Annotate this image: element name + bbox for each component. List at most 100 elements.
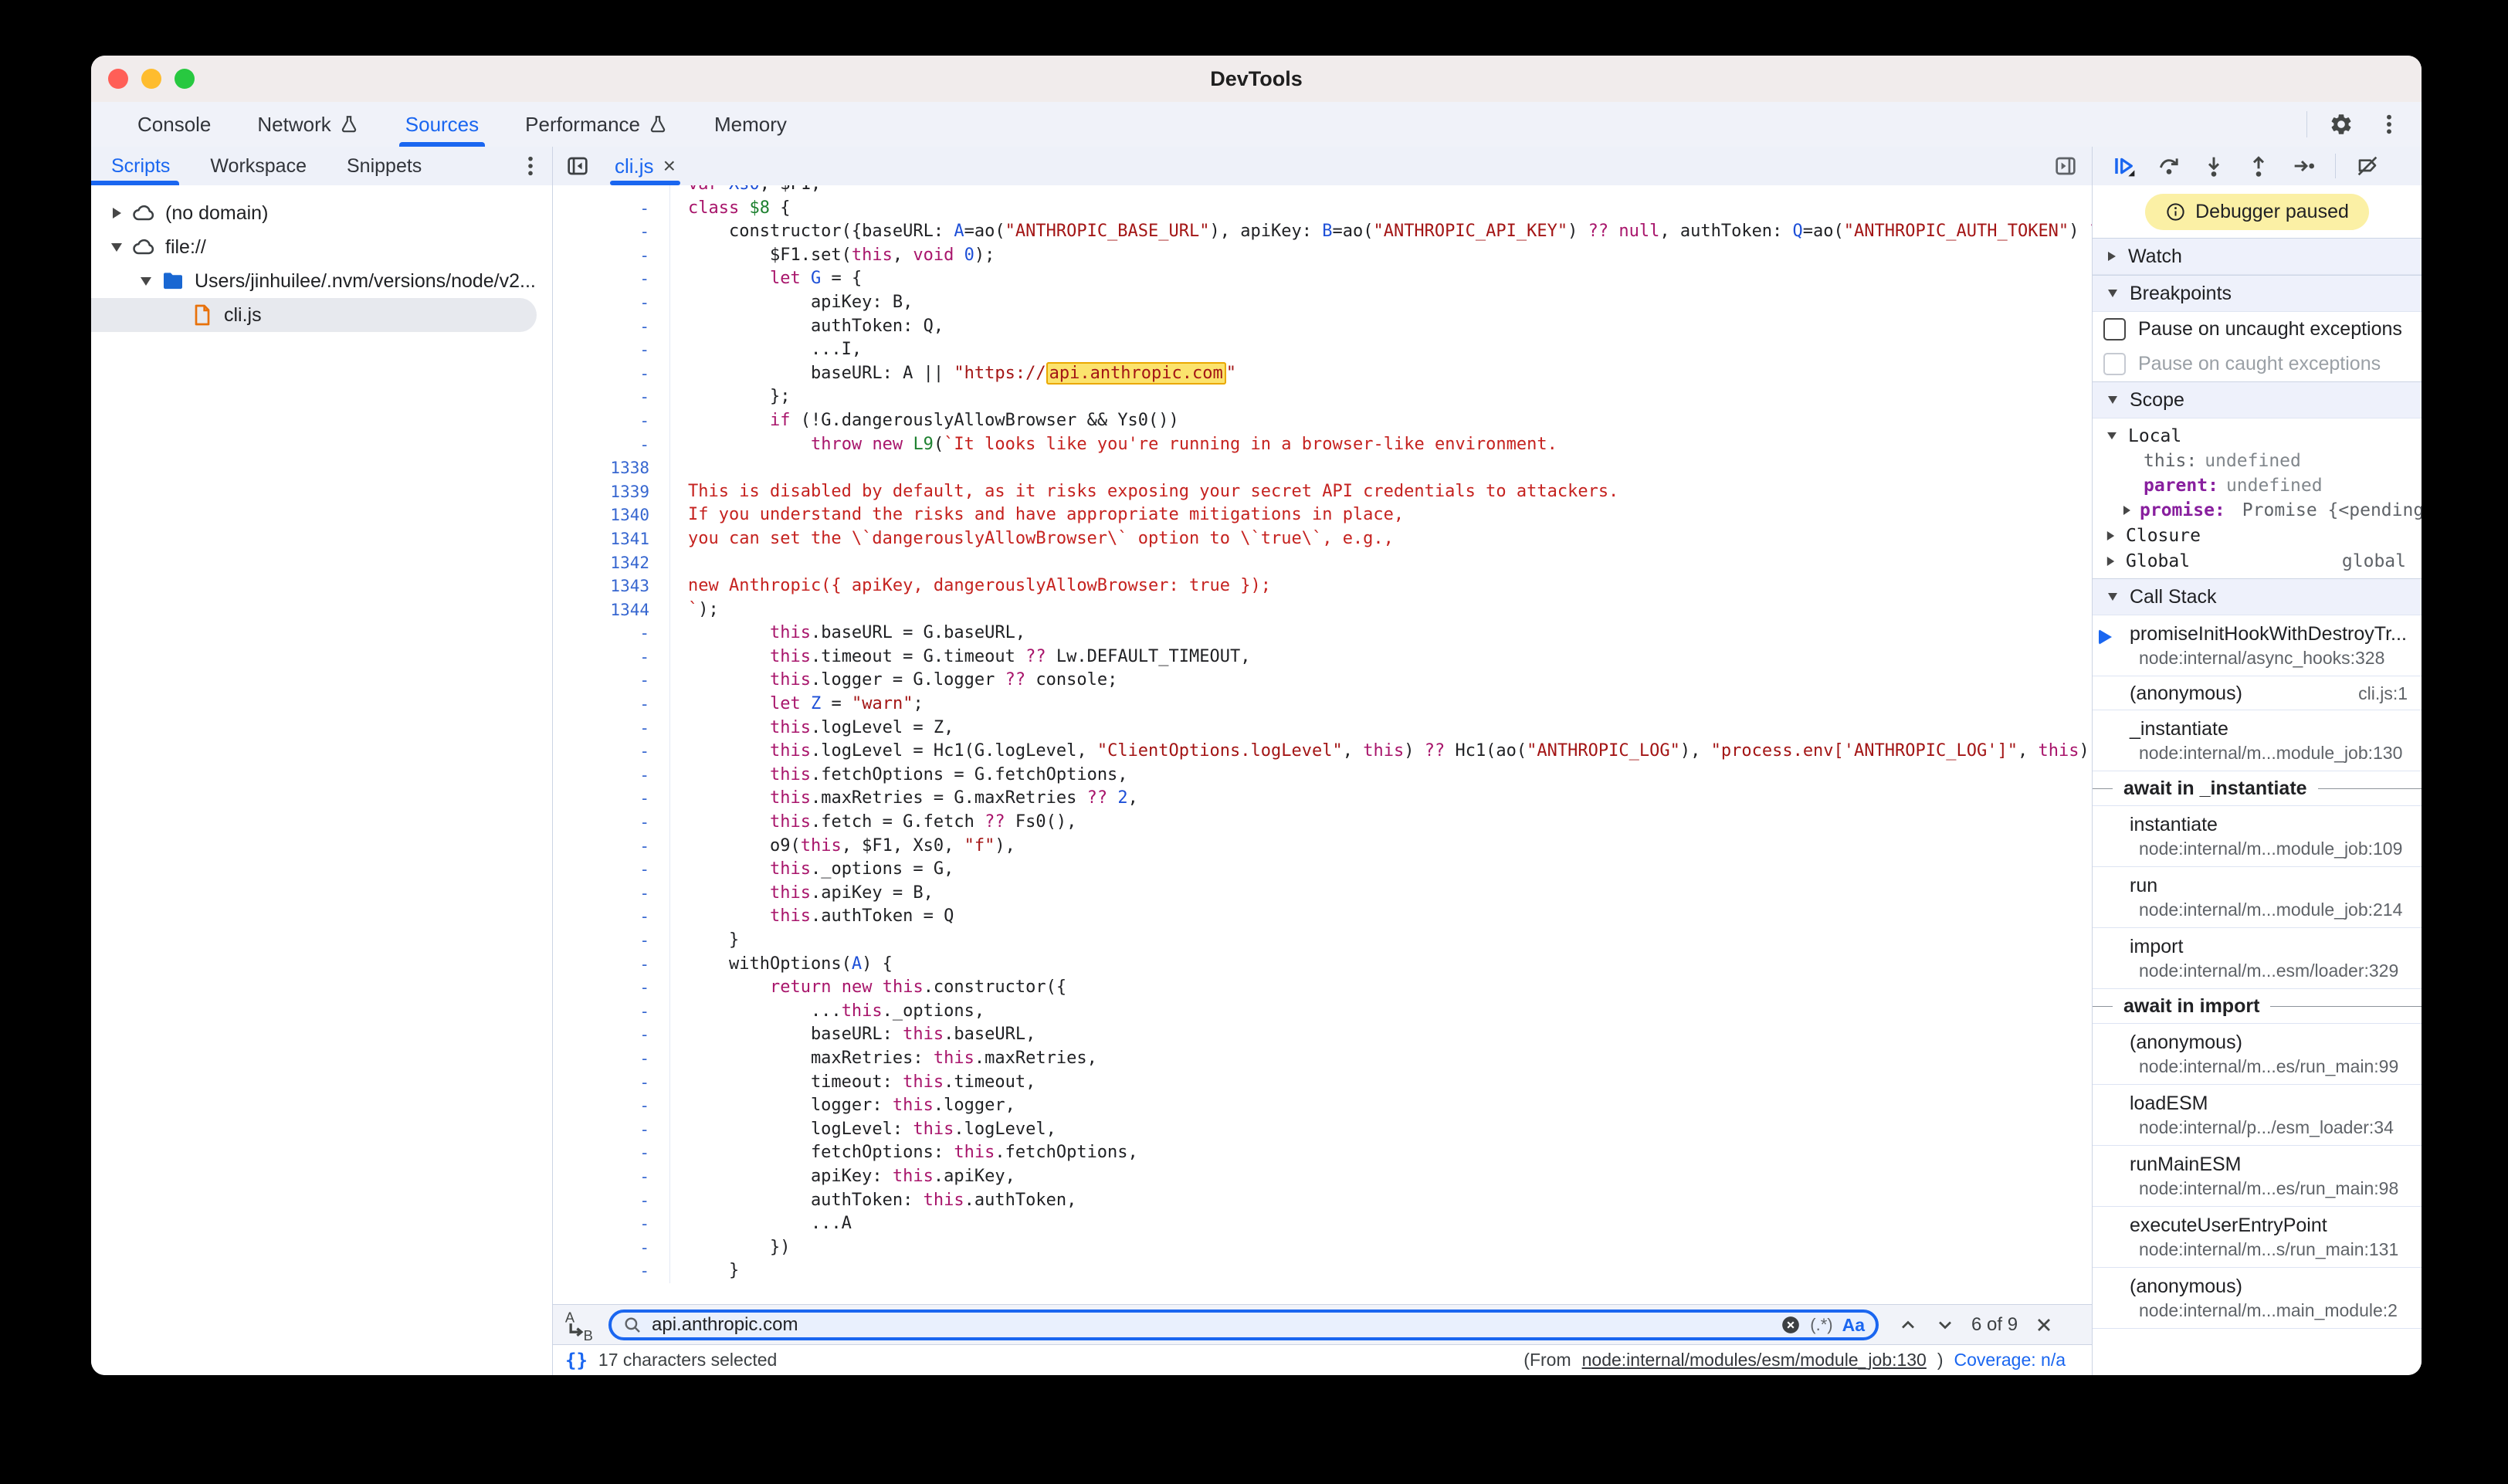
next-match-icon[interactable] (1934, 1314, 1956, 1336)
tree-item-file-[interactable]: file:// (91, 230, 552, 264)
match-case-toggle-icon[interactable]: Aa (1842, 1315, 1865, 1336)
tab-memory[interactable]: Memory (691, 102, 810, 147)
tree-expander-icon[interactable] (105, 208, 128, 219)
code-line[interactable]: - } (553, 1259, 2092, 1283)
scope-section-local[interactable]: Local (2093, 423, 2422, 449)
line-gutter[interactable]: - (553, 409, 670, 433)
line-gutter[interactable]: - (553, 905, 670, 929)
expand-property-icon[interactable] (2123, 506, 2130, 515)
line-gutter[interactable]: 1340 (553, 503, 670, 527)
line-gutter[interactable]: - (553, 433, 670, 457)
sidebar-tab-scripts[interactable]: Scripts (91, 147, 190, 185)
code-line[interactable]: - fetchOptions: this.fetchOptions, (553, 1141, 2092, 1165)
code-line[interactable]: - baseURL: A || "https://api.anthropic.c… (553, 362, 2092, 386)
pause-uncaught-checkbox[interactable] (2103, 318, 2126, 341)
tab-console[interactable]: Console (114, 102, 234, 147)
code-line[interactable]: - $F1.set(this, void 0); (553, 244, 2092, 268)
line-gutter[interactable]: - (553, 764, 670, 788)
code-line[interactable]: - }) (553, 1236, 2092, 1260)
code-line[interactable]: - o9(this, $F1, Xs0, "f"), (553, 835, 2092, 859)
code-line[interactable]: 1341you can set the \`dangerouslyAllowBr… (553, 527, 2092, 551)
code-line[interactable]: - let Z = "warn"; (553, 693, 2092, 717)
code-line[interactable]: 1338 (553, 456, 2092, 480)
line-gutter[interactable]: - (553, 717, 670, 740)
close-search-icon[interactable] (2033, 1314, 2055, 1336)
tab-sources[interactable]: Sources (382, 102, 502, 147)
settings-gear-icon[interactable] (2327, 110, 2355, 138)
code-line[interactable]: - let G = { (553, 267, 2092, 291)
line-gutter[interactable]: - (553, 1000, 670, 1024)
call-stack-frame[interactable]: executeUserEntryPointnode:internal/m...s… (2093, 1207, 2422, 1268)
code-line[interactable]: - timeout: this.timeout, (553, 1071, 2092, 1095)
code-line[interactable]: - this.timeout = G.timeout ?? Lw.DEFAULT… (553, 645, 2092, 669)
line-gutter[interactable] (553, 185, 670, 197)
code-line[interactable]: - this.fetch = G.fetch ?? Fs0(), (553, 811, 2092, 835)
code-line[interactable]: 1343new Anthropic({ apiKey, dangerouslyA… (553, 574, 2092, 598)
step-into-icon[interactable] (2201, 153, 2227, 179)
section-scope[interactable]: Scope (2093, 381, 2422, 418)
call-stack-frame[interactable]: _instantiatenode:internal/m...module_job… (2093, 710, 2422, 771)
line-gutter[interactable]: - (553, 835, 670, 859)
call-stack-frame[interactable]: promiseInitHookWithDestroyTr...node:inte… (2093, 615, 2422, 676)
sidebar-tab-workspace[interactable]: Workspace (190, 147, 327, 185)
line-gutter[interactable]: 1343 (553, 574, 670, 598)
line-gutter[interactable]: - (553, 1118, 670, 1142)
call-stack-frame[interactable]: loadESMnode:internal/p.../esm_loader:34 (2093, 1085, 2422, 1146)
sidebar-tab-snippets[interactable]: Snippets (327, 147, 442, 185)
code-line[interactable]: - baseURL: this.baseURL, (553, 1023, 2092, 1047)
line-gutter[interactable]: - (553, 197, 670, 221)
section-breakpoints[interactable]: Breakpoints (2093, 275, 2422, 312)
code-line[interactable]: - constructor({baseURL: A=ao("ANTHROPIC_… (553, 220, 2092, 244)
line-gutter[interactable]: 1341 (553, 527, 670, 551)
code-line[interactable]: - this.logger = G.logger ?? console; (553, 669, 2092, 693)
pretty-print-icon[interactable]: {} (565, 1350, 588, 1371)
call-stack-frame[interactable]: (anonymous)cli.js:1 (2093, 676, 2422, 710)
line-gutter[interactable]: - (553, 1071, 670, 1095)
code-line[interactable]: - }; (553, 385, 2092, 409)
code-line[interactable]: - throw new L9(`It looks like you're run… (553, 433, 2092, 457)
line-gutter[interactable]: 1338 (553, 456, 670, 480)
code-line[interactable]: - ...I, (553, 338, 2092, 362)
replace-toggle-icon[interactable]: A B (564, 1310, 598, 1340)
sidebar-more-options-icon[interactable] (517, 152, 544, 180)
line-gutter[interactable]: - (553, 267, 670, 291)
tab-cli-js[interactable]: cli.js × (598, 147, 693, 185)
code-line[interactable]: - return new this.constructor({ (553, 976, 2092, 1000)
code-line[interactable]: - this.logLevel = Z, (553, 717, 2092, 740)
call-stack-frame[interactable]: runnode:internal/m...module_job:214 (2093, 867, 2422, 928)
section-call-stack[interactable]: Call Stack (2093, 578, 2422, 615)
line-gutter[interactable]: - (553, 385, 670, 409)
regex-toggle-icon[interactable]: (.*) (1810, 1315, 1832, 1335)
line-gutter[interactable]: - (553, 669, 670, 693)
call-stack-frame[interactable]: runMainESMnode:internal/m...es/run_main:… (2093, 1146, 2422, 1207)
line-gutter[interactable]: - (553, 740, 670, 764)
step-over-icon[interactable] (2156, 153, 2182, 179)
search-input[interactable] (650, 1313, 1773, 1337)
code-line[interactable]: var Xs0, $F1; (553, 185, 2092, 197)
code-line[interactable]: 1339This is disabled by default, as it r… (553, 480, 2092, 504)
line-gutter[interactable]: - (553, 622, 670, 645)
code-line[interactable]: - this._options = G, (553, 858, 2092, 882)
scope-section-global[interactable]: Globalglobal (2093, 548, 2422, 574)
line-gutter[interactable]: 1342 (553, 551, 670, 575)
coverage-link[interactable]: Coverage: n/a (1954, 1350, 2066, 1370)
code-line[interactable]: 1342 (553, 551, 2092, 575)
code-line[interactable]: - logLevel: this.logLevel, (553, 1118, 2092, 1142)
code-line[interactable]: - authToken: this.authToken, (553, 1189, 2092, 1213)
tree-expander-icon[interactable] (134, 277, 158, 286)
call-stack-frame[interactable]: (anonymous)node:internal/m...es/run_main… (2093, 1024, 2422, 1085)
call-stack-frame[interactable]: importnode:internal/m...esm/loader:329 (2093, 928, 2422, 989)
line-gutter[interactable]: - (553, 1094, 670, 1118)
line-gutter[interactable]: - (553, 244, 670, 268)
line-gutter[interactable]: - (553, 338, 670, 362)
line-gutter[interactable]: - (553, 362, 670, 386)
code-line[interactable]: 1340If you understand the risks and have… (553, 503, 2092, 527)
code-line[interactable]: - ...A (553, 1212, 2092, 1236)
line-gutter[interactable]: - (553, 291, 670, 315)
tree-expander-icon[interactable] (105, 243, 128, 252)
line-gutter[interactable]: - (553, 787, 670, 811)
line-gutter[interactable]: - (553, 1047, 670, 1071)
tab-performance[interactable]: Performance (502, 102, 691, 147)
scope-variable-parent[interactable]: parent:undefined (2093, 473, 2422, 498)
line-gutter[interactable]: 1344 (553, 598, 670, 622)
